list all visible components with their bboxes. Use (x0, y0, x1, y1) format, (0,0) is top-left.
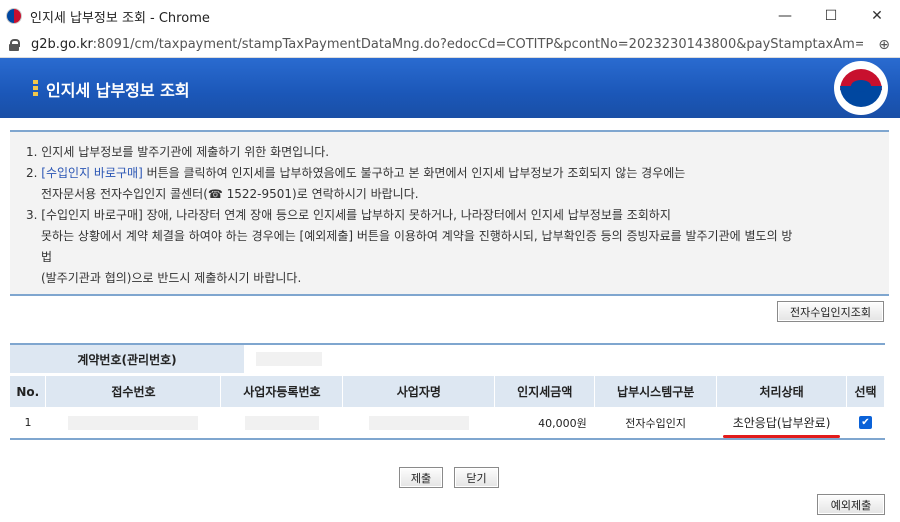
notice-line-3: 전자문서용 전자수입인지 콜센터(☎ 1522-9501)로 연락하시기 바랍니… (41, 187, 419, 201)
cell-business-name (342, 407, 495, 440)
contract-number-row: 계약번호(관리번호) (10, 343, 885, 373)
redacted-value (368, 415, 469, 430)
title-marker-icon (33, 80, 38, 97)
table-header-row: No. 접수번호 사업자등록번호 사업자명 인지세금액 납부시스템구분 처리상태… (10, 376, 886, 407)
col-header-payment-system: 납부시스템구분 (594, 376, 718, 407)
select-checkbox[interactable]: ✔ (858, 416, 872, 430)
status-text: 초안응답(납부완료) (732, 416, 831, 430)
page-header: 인지세 납부정보 조회 (0, 58, 900, 118)
cell-select: ✔ (846, 407, 885, 440)
notice-box: 1. 인지세 납부정보를 발주기관에 제출하기 위한 화면입니다. 2. [수입… (10, 130, 889, 296)
window-title: 인지세 납부정보 조회 - Chrome (30, 10, 210, 26)
payment-table: No. 접수번호 사업자등록번호 사업자명 인지세금액 납부시스템구분 처리상태… (10, 376, 886, 440)
url-path: :8091/cm/taxpayment/stampTaxPaymentDataM… (92, 37, 863, 52)
notice-line-6: 법 (41, 250, 53, 264)
cell-payment-system: 전자수입인지 (594, 407, 717, 440)
col-header-status: 처리상태 (716, 376, 847, 407)
redacted-value (68, 415, 199, 430)
notice-line-2: 2. [수입인지 바로구매] 버튼을 클릭하여 인지세를 납부하였음에도 불구하… (26, 163, 889, 184)
zoom-icon[interactable]: ⊕ (878, 37, 890, 53)
cell-status: 초안응답(납부완료) (716, 407, 847, 440)
cell-receipt-no (45, 407, 221, 440)
col-header-stamp-tax-amount: 인지세금액 (494, 376, 596, 407)
notice-line-7: (발주기관과 협의)으로 반드시 제출하시기 바랍니다. (41, 271, 302, 285)
close-window-button[interactable]: ✕ (854, 0, 900, 32)
exception-submit-button[interactable]: 예외제출 (817, 494, 885, 515)
minimize-button[interactable]: — (762, 0, 808, 32)
notice-line-2-prefix: 2. (26, 166, 42, 180)
url-text[interactable]: g2b.go.kr:8091/cm/taxpayment/stampTaxPay… (31, 37, 863, 52)
submit-button[interactable]: 제출 (399, 467, 443, 488)
cell-amount: 40,000원 (494, 407, 595, 440)
contract-number-label: 계약번호(관리번호) (10, 345, 244, 373)
contract-number-value (244, 345, 885, 373)
notice-line-1: 1. 인지세 납부정보를 발주기관에 제출하기 위한 화면입니다. (26, 145, 330, 159)
notice-line-2-rest: 버튼을 클릭하여 인지세를 납부하였음에도 불구하고 본 화면에서 인지세 납부… (142, 166, 686, 180)
col-header-business-reg-no: 사업자등록번호 (220, 376, 344, 407)
government-emblem-icon (834, 61, 888, 115)
status-underline-annotation (722, 435, 841, 438)
window-controls: — ☐ ✕ (762, 0, 900, 32)
col-header-business-name: 사업자명 (342, 376, 496, 407)
notice-line-4: 3. [수입인지 바로구매] 장애, 나라장터 연계 장애 등으로 인지세를 납… (26, 208, 671, 222)
stamp-lookup-button[interactable]: 전자수입인지조회 (777, 301, 884, 322)
redacted-value (244, 415, 319, 430)
stamp-purchase-link[interactable]: [수입인지 바로구매] (41, 166, 143, 180)
table-row[interactable]: 1 40,000원 전자수입인지 초안응답(납부완료) ✔ (10, 407, 885, 440)
site-favicon-icon (6, 8, 22, 24)
close-button[interactable]: 닫기 (454, 467, 499, 488)
address-bar[interactable]: g2b.go.kr:8091/cm/taxpayment/stampTaxPay… (0, 32, 900, 58)
lock-icon (9, 38, 20, 51)
notice-line-5: 못하는 상황에서 계약 체결을 하여야 하는 경우에는 [예외제출] 버튼을 이… (41, 229, 793, 243)
col-header-no: No. (10, 376, 47, 407)
cell-no: 1 (10, 407, 46, 440)
maximize-button[interactable]: ☐ (808, 0, 854, 32)
window-titlebar: 인지세 납부정보 조회 - Chrome — ☐ ✕ (0, 0, 900, 32)
col-header-select: 선택 (846, 376, 886, 407)
url-host: g2b.go.kr (31, 37, 93, 52)
redacted-value (256, 352, 322, 366)
page-title: 인지세 납부정보 조회 (46, 81, 190, 100)
col-header-receipt-no: 접수번호 (45, 376, 222, 407)
cell-business-reg-no (220, 407, 343, 440)
